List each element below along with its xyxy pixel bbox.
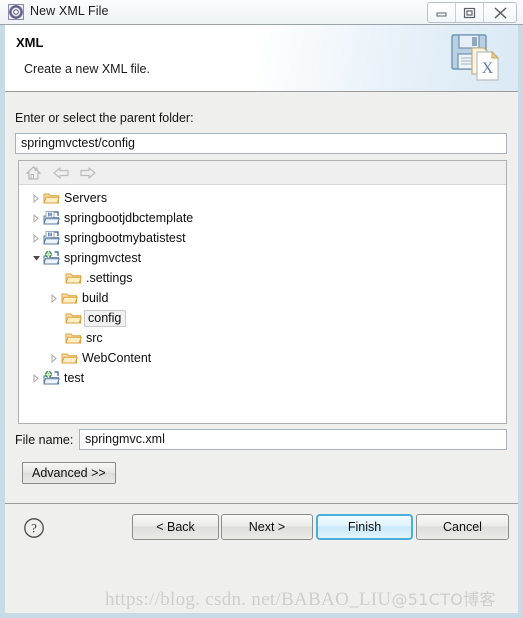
svg-text:M: M xyxy=(48,232,52,238)
tree-item-label: WebContent xyxy=(82,351,152,365)
title-bar: New XML File xyxy=(0,0,523,25)
tree-item-label: config xyxy=(84,309,127,327)
svg-text:X: X xyxy=(482,60,494,77)
folder-icon xyxy=(61,290,78,306)
chevron-right-icon[interactable] xyxy=(29,368,43,388)
minimize-button[interactable] xyxy=(428,3,456,22)
tree-item-config[interactable]: config xyxy=(19,308,506,328)
tree-item-src[interactable]: src xyxy=(19,328,506,348)
chevron-right-icon[interactable] xyxy=(47,348,61,368)
close-button[interactable] xyxy=(484,3,516,22)
window-title: New XML File xyxy=(30,4,109,18)
folder-icon xyxy=(65,310,82,326)
tree-item-label: src xyxy=(86,331,103,345)
folder-icon xyxy=(61,350,78,366)
tree-item-label: build xyxy=(82,291,109,305)
forward-arrow-icon[interactable] xyxy=(78,163,97,182)
folder-tree[interactable]: Servers M springbootjdbctemplate M sprin… xyxy=(19,185,506,423)
web-project-icon xyxy=(43,250,60,266)
folder-icon xyxy=(43,190,60,206)
window-controls xyxy=(427,2,517,23)
tree-item-springbootjdbctemplate[interactable]: M springbootjdbctemplate xyxy=(19,208,506,228)
wizard-body: Enter or select the parent folder: sprin… xyxy=(5,92,518,503)
page-title: XML xyxy=(16,35,44,50)
maven-project-icon: M xyxy=(43,230,60,246)
file-name-label: File name: xyxy=(15,433,74,447)
xml-file-save-icon: X xyxy=(448,30,506,88)
chevron-right-icon[interactable] xyxy=(29,188,43,208)
tree-item-label: springbootmybatistest xyxy=(64,231,186,245)
wizard-header: XML Create a new XML file. X xyxy=(5,25,518,92)
tree-item-settings[interactable]: .settings xyxy=(19,268,506,288)
folder-icon xyxy=(65,330,82,346)
page-description: Create a new XML file. xyxy=(24,62,150,76)
maven-project-icon: M xyxy=(43,210,60,226)
chevron-right-icon[interactable] xyxy=(29,228,43,248)
web-project-icon xyxy=(43,370,60,386)
svg-text:?: ? xyxy=(31,521,37,536)
advanced-button[interactable]: Advanced >> xyxy=(22,462,116,484)
tree-item-label: .settings xyxy=(86,271,133,285)
dialog-footer: ? < Back Next > Finish Cancel xyxy=(5,503,518,613)
home-icon[interactable] xyxy=(24,163,43,182)
tree-item-test[interactable]: test xyxy=(19,368,506,388)
maximize-button[interactable] xyxy=(456,3,484,22)
file-name-input[interactable]: springmvc.xml xyxy=(79,429,507,450)
chevron-down-icon[interactable] xyxy=(29,248,43,268)
folder-icon xyxy=(65,270,82,286)
tree-item-label: Servers xyxy=(64,191,108,205)
back-arrow-icon[interactable] xyxy=(51,163,70,182)
tree-toolbar xyxy=(19,161,506,185)
folder-tree-panel[interactable]: Servers M springbootjdbctemplate M sprin… xyxy=(18,160,507,424)
tree-item-label: springbootjdbctemplate xyxy=(64,211,194,225)
tree-item-springbootmybatistest[interactable]: M springbootmybatistest xyxy=(19,228,506,248)
tree-item-build[interactable]: build xyxy=(19,288,506,308)
tree-item-label: test xyxy=(64,371,85,385)
cancel-button[interactable]: Cancel xyxy=(416,514,509,540)
tree-item-servers[interactable]: Servers xyxy=(19,188,506,208)
finish-button[interactable]: Finish xyxy=(316,514,413,540)
chevron-right-icon[interactable] xyxy=(47,288,61,308)
xml-wizard-icon xyxy=(8,4,24,20)
new-xml-file-dialog: New XML File XML Create a new XML file. … xyxy=(0,0,523,618)
tree-item-webcontent[interactable]: WebContent xyxy=(19,348,506,368)
tree-item-label: springmvctest xyxy=(64,251,142,265)
chevron-right-icon[interactable] xyxy=(29,208,43,228)
parent-folder-label: Enter or select the parent folder: xyxy=(15,111,194,125)
tree-item-springmvctest[interactable]: springmvctest xyxy=(19,248,506,268)
help-question-icon[interactable]: ? xyxy=(23,517,45,539)
svg-text:M: M xyxy=(48,212,52,218)
back-button[interactable]: < Back xyxy=(132,514,219,540)
next-button[interactable]: Next > xyxy=(221,514,313,540)
parent-folder-input[interactable]: springmvctest/config xyxy=(15,133,507,154)
